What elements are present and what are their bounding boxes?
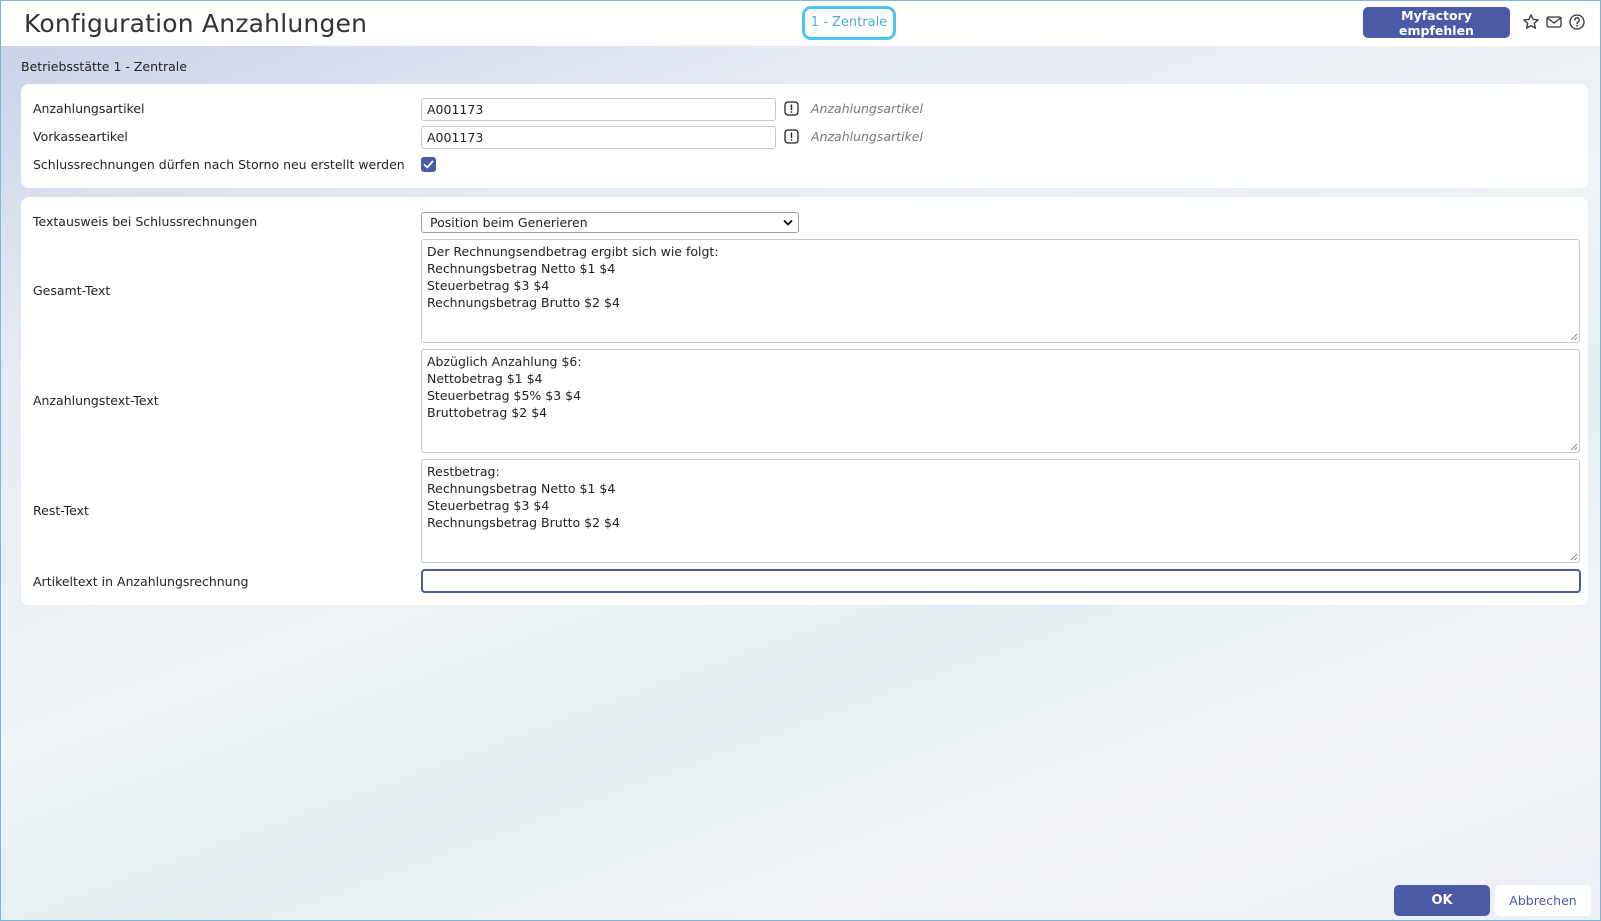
window-frame: Konfiguration Anzahlungen 1 - Zentrale M… — [0, 0, 1601, 921]
text-settings-card: Textausweis bei Schlussrechnungen Positi… — [21, 197, 1588, 605]
recommend-button[interactable]: Myfactory empfehlen — [1363, 7, 1510, 38]
prepayment-article-hint: Anzahlungsartikel — [811, 129, 923, 144]
text-line: Rechnungsbetrag Netto $1 $4 — [427, 481, 616, 496]
text-display-select[interactable]: Position beim Generieren — [421, 212, 799, 233]
prepayment-article-label: Vorkasseartikel — [33, 129, 128, 144]
text-line: Steuerbetrag $3 $4 — [427, 278, 550, 293]
mail-icon[interactable] — [1545, 13, 1563, 31]
down-payment-article-label: Anzahlungsartikel — [33, 101, 145, 116]
text-line: Abzüglich Anzahlung $6: — [427, 354, 582, 369]
text-line: Bruttobetrag $2 $4 — [427, 405, 548, 420]
down-payment-text-area[interactable]: Abzüglich Anzahlung $6: Nettobetrag $1 $… — [421, 349, 1580, 453]
star-icon[interactable] — [1522, 13, 1540, 31]
resize-handle-icon[interactable] — [1569, 332, 1578, 341]
down-payment-article-input[interactable] — [421, 98, 776, 121]
header-bar: Konfiguration Anzahlungen 1 - Zentrale M… — [1, 1, 1600, 46]
rest-text-label: Rest-Text — [33, 503, 89, 518]
article-text-input[interactable] — [421, 569, 1581, 593]
text-line: Der Rechnungsendbetrag ergibt sich wie f… — [427, 244, 719, 259]
ok-button[interactable]: OK — [1394, 885, 1490, 916]
text-line: Steuerbetrag $3 $4 — [427, 498, 550, 513]
text-line: Nettobetrag $1 $4 — [427, 371, 543, 386]
recreate-final-invoices-label: Schlussrechnungen dürfen nach Storno neu… — [33, 157, 405, 172]
text-line: Rechnungsbetrag Brutto $2 $4 — [427, 295, 620, 310]
lookup-alert-icon[interactable] — [784, 129, 799, 144]
rest-text-area[interactable]: Restbetrag: Rechnungsbetrag Netto $1 $4 … — [421, 459, 1580, 563]
total-text-area[interactable]: Der Rechnungsendbetrag ergibt sich wie f… — [421, 239, 1580, 343]
text-display-selected: Position beim Generieren — [430, 215, 588, 230]
text-line: Steuerbetrag $5% $3 $4 — [427, 388, 582, 403]
site-badge[interactable]: 1 - Zentrale — [802, 6, 896, 40]
recreate-final-invoices-checkbox[interactable] — [421, 157, 436, 172]
help-icon[interactable] — [1568, 13, 1586, 31]
cancel-button[interactable]: Abbrechen — [1495, 885, 1591, 916]
down-payment-text-label: Anzahlungstext-Text — [33, 393, 159, 408]
total-text-label: Gesamt-Text — [33, 283, 111, 298]
text-line: Restbetrag: — [427, 464, 500, 479]
text-display-label: Textausweis bei Schlussrechnungen — [33, 214, 258, 229]
article-settings-card: Anzahlungsartikel Anzahlungsartikel Vork… — [21, 84, 1588, 188]
chevron-down-icon — [783, 218, 793, 228]
resize-handle-icon[interactable] — [1569, 552, 1578, 561]
text-line: Rechnungsbetrag Brutto $2 $4 — [427, 515, 620, 530]
resize-handle-icon[interactable] — [1569, 442, 1578, 451]
down-payment-article-hint: Anzahlungsartikel — [811, 101, 923, 116]
page-title: Konfiguration Anzahlungen — [24, 9, 368, 38]
lookup-alert-icon[interactable] — [784, 101, 799, 116]
article-text-label: Artikeltext in Anzahlungsrechnung — [33, 574, 249, 589]
prepayment-article-input[interactable] — [421, 126, 776, 149]
text-line: Rechnungsbetrag Netto $1 $4 — [427, 261, 616, 276]
section-label: Betriebsstätte 1 - Zentrale — [21, 59, 187, 74]
